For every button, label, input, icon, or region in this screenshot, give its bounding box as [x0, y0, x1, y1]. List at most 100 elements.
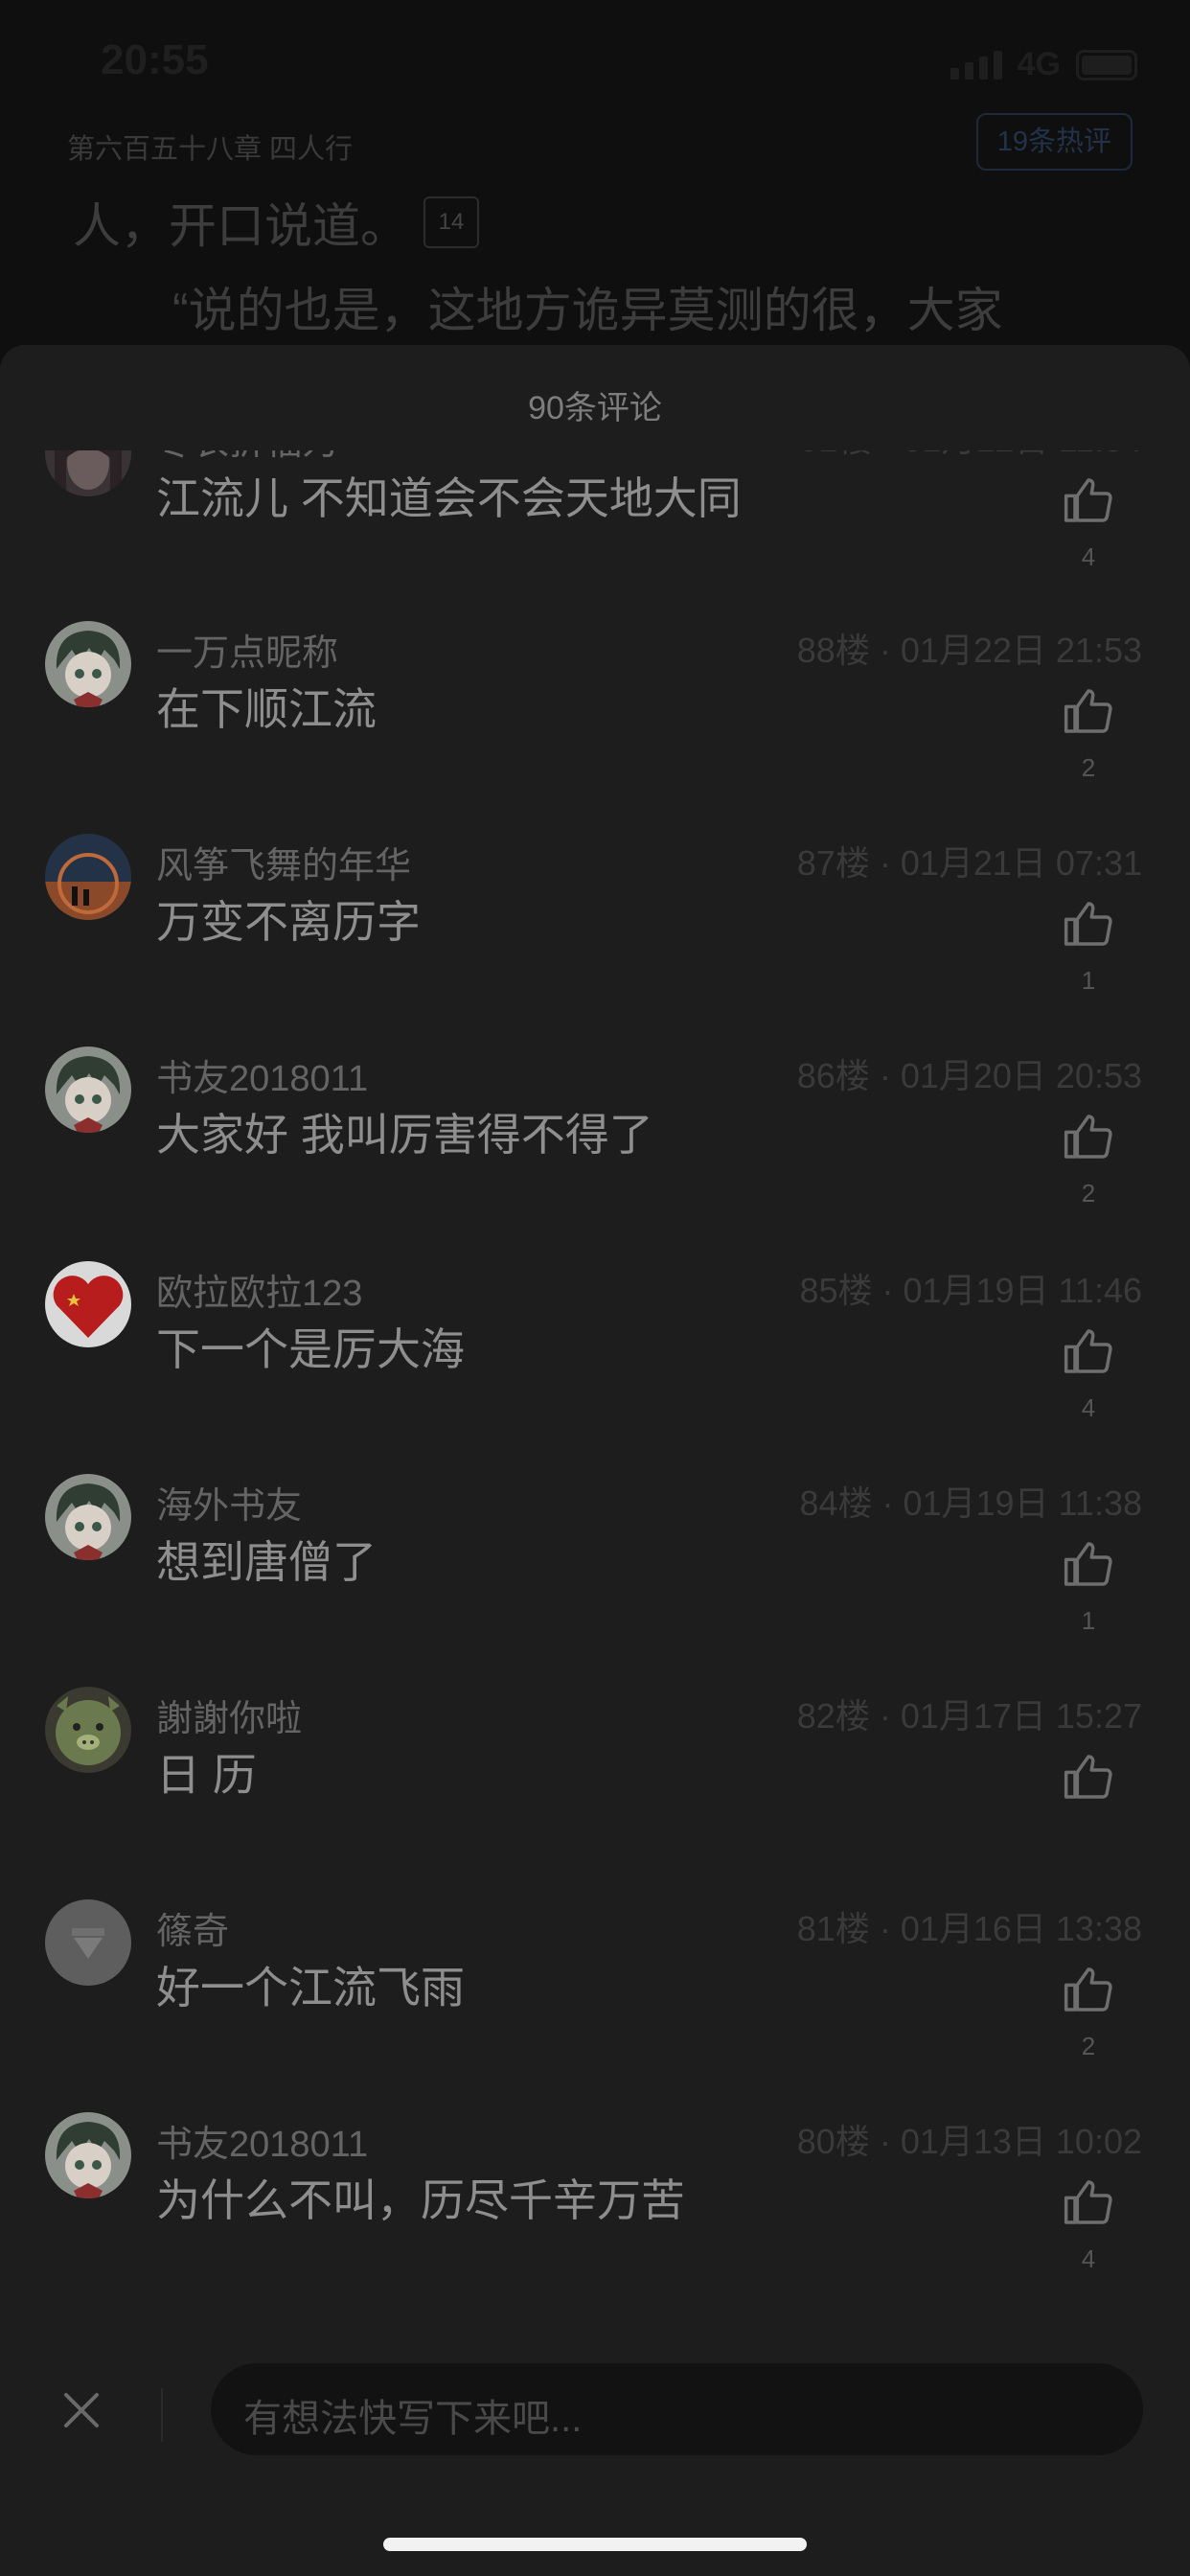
avatar[interactable]: [45, 450, 131, 496]
avatar[interactable]: [45, 1046, 131, 1133]
like-button[interactable]: [1062, 1963, 1115, 2016]
like-count: 4: [1081, 1393, 1096, 1422]
like-count: 2: [1081, 1179, 1096, 1208]
chapter-title: 第六百五十八章 四人行: [67, 134, 354, 165]
reader-text-line-2: “说的也是，这地方诡异莫测的很，大家: [172, 284, 1003, 337]
status-bar: 20:55 4G: [0, 0, 1190, 125]
comment-username[interactable]: 书友2018011: [156, 1048, 368, 1101]
avatar[interactable]: [45, 2112, 131, 2198]
comment-meta: 81楼 · 01月16日 13:38: [796, 1909, 1142, 1948]
like-button[interactable]: [1062, 473, 1115, 527]
home-indicator[interactable]: [383, 2538, 807, 2551]
thumbs-up-icon: [1064, 689, 1112, 733]
like-button[interactable]: [1062, 1110, 1115, 1163]
comment-item[interactable]: 书友2018011 86楼 · 01月20日 20:53 大家好 我叫厉害得不得…: [0, 1046, 1190, 1259]
like-count: 4: [1081, 2244, 1096, 2273]
paragraph-comment-count[interactable]: 14: [423, 196, 479, 248]
comment-input-placeholder: 有想法快写下来吧...: [243, 2398, 583, 2440]
sheet-title: 90条评论: [528, 390, 662, 426]
comment-meta: 86楼 · 01月20日 20:53: [796, 1056, 1142, 1095]
comment-meta: 91楼 · 01月12日 11:34: [799, 450, 1142, 462]
comment-text: 大家好 我叫厉害得不得了: [156, 1110, 653, 1160]
battery-icon: [1076, 49, 1137, 80]
comment-item[interactable]: 冬衣折福为 91楼 · 01月12日 11:34 江流儿 不知道会不会天地大同 …: [0, 450, 1190, 623]
like-count: 1: [1081, 1606, 1096, 1635]
hot-comments-badge[interactable]: 19条热评: [975, 113, 1133, 171]
close-icon: [64, 2393, 99, 2427]
thumbs-up-icon: [1064, 902, 1112, 946]
avatar[interactable]: [45, 834, 131, 920]
comment-text: 在下顺江流: [156, 684, 377, 734]
comment-text: 下一个是厉大海: [156, 1324, 465, 1374]
avatar[interactable]: [45, 1899, 131, 1986]
comment-username[interactable]: 一万点昵称: [156, 623, 338, 676]
thumbs-up-icon: [1064, 478, 1112, 522]
comment-text: 想到唐僧了: [156, 1537, 377, 1587]
pig-avatar-icon: [45, 1687, 131, 1773]
comment-username[interactable]: 冬衣折福为: [156, 450, 338, 465]
comment-meta: 87楼 · 01月21日 07:31: [796, 843, 1142, 883]
avatar[interactable]: [45, 1687, 131, 1773]
like-button[interactable]: [1062, 684, 1115, 738]
comment-item[interactable]: 一万点昵称 88楼 · 01月22日 21:53 在下顺江流 2: [0, 621, 1190, 834]
like-button[interactable]: [1062, 897, 1115, 951]
reader-line-text: 人，开口说道。: [73, 199, 408, 253]
divider: [161, 2388, 163, 2442]
comment-text: 万变不离历字: [156, 897, 421, 947]
like-button[interactable]: [1062, 1750, 1115, 1804]
comment-username[interactable]: 风筝飞舞的年华: [156, 836, 411, 888]
close-button[interactable]: [48, 2377, 115, 2444]
like-button[interactable]: [1062, 1537, 1115, 1591]
comment-item[interactable]: 篠奇 81楼 · 01月16日 13:38 好一个江流飞雨 2: [0, 1899, 1190, 2112]
comment-meta: 88楼 · 01月22日 21:53: [796, 631, 1142, 670]
anime-boy-avatar-icon: [45, 1046, 131, 1133]
anime-boy-avatar-icon: [45, 1474, 131, 1560]
thumbs-up-icon: [1064, 2180, 1112, 2224]
comment-input[interactable]: 有想法快写下来吧...: [211, 2363, 1143, 2455]
avatar[interactable]: [45, 1261, 131, 1347]
avatar[interactable]: [45, 1474, 131, 1560]
anime-boy-avatar-icon: [45, 2112, 131, 2198]
comment-item[interactable]: 海外书友 84楼 · 01月19日 11:38 想到唐僧了 1: [0, 1474, 1190, 1687]
comment-item[interactable]: 书友2018011 80楼 · 01月13日 10:02 为什么不叫，历尽千辛万…: [0, 2112, 1190, 2325]
like-button[interactable]: [1062, 1324, 1115, 1378]
signal-icon: [950, 50, 1002, 80]
status-indicators: 4G: [950, 46, 1137, 83]
network-type: 4G: [1017, 46, 1061, 82]
comment-username[interactable]: 謝謝你啦: [156, 1689, 302, 1741]
anime-boy-avatar-icon: [45, 621, 131, 707]
reader-text-line: 人，开口说道。 14: [73, 188, 479, 257]
comment-username[interactable]: 海外书友: [156, 1476, 302, 1529]
thumbs-up-icon: [1064, 1542, 1112, 1586]
comment-list[interactable]: 冬衣折福为 91楼 · 01月12日 11:34 江流儿 不知道会不会天地大同 …: [0, 450, 1190, 2576]
comment-item[interactable]: 謝謝你啦 82楼 · 01月17日 15:27 日 历: [0, 1687, 1190, 1899]
like-count: 1: [1081, 966, 1096, 995]
comment-meta: 84楼 · 01月19日 11:38: [799, 1484, 1142, 1523]
comment-username[interactable]: 书友2018011: [156, 2114, 368, 2167]
comment-username[interactable]: 欧拉欧拉123: [156, 1263, 362, 1316]
girl-avatar-icon: [45, 450, 131, 496]
thumbs-up-icon: [1064, 1755, 1112, 1799]
comment-input-bar: 有想法快写下来吧...: [0, 2338, 1190, 2482]
comments-sheet: 90条评论 冬衣折福为 91楼 · 01月12日 11:34 江流儿 不知道会不…: [0, 345, 1190, 2576]
comment-meta: 82楼 · 01月17日 15:27: [796, 1696, 1142, 1736]
comment-username[interactable]: 篠奇: [156, 1901, 229, 1954]
sunset-avatar-icon: [45, 834, 131, 920]
comment-text: 好一个江流飞雨: [156, 1963, 465, 2012]
status-time: 20:55: [101, 36, 209, 83]
like-count: 4: [1081, 542, 1096, 571]
comment-meta: 80楼 · 01月13日 10:02: [796, 2122, 1142, 2161]
thumbs-up-icon: [1064, 1967, 1112, 2012]
comment-text: 江流儿 不知道会不会天地大同: [156, 473, 742, 523]
comment-text: 为什么不叫，历尽千辛万苦: [156, 2175, 685, 2225]
thumbs-up-icon: [1064, 1115, 1112, 1159]
comment-item[interactable]: 风筝飞舞的年华 87楼 · 01月21日 07:31 万变不离历字 1: [0, 834, 1190, 1046]
avatar[interactable]: [45, 621, 131, 707]
thumbs-up-icon: [1064, 1329, 1112, 1373]
like-count: 2: [1081, 753, 1096, 782]
like-button[interactable]: [1062, 2175, 1115, 2229]
comment-meta: 85楼 · 01月19日 11:46: [799, 1271, 1142, 1310]
comment-item[interactable]: 欧拉欧拉123 85楼 · 01月19日 11:46 下一个是厉大海 4: [0, 1261, 1190, 1474]
flag-heart-avatar-icon: [45, 1261, 131, 1347]
default-avatar-icon: [45, 1899, 131, 1986]
